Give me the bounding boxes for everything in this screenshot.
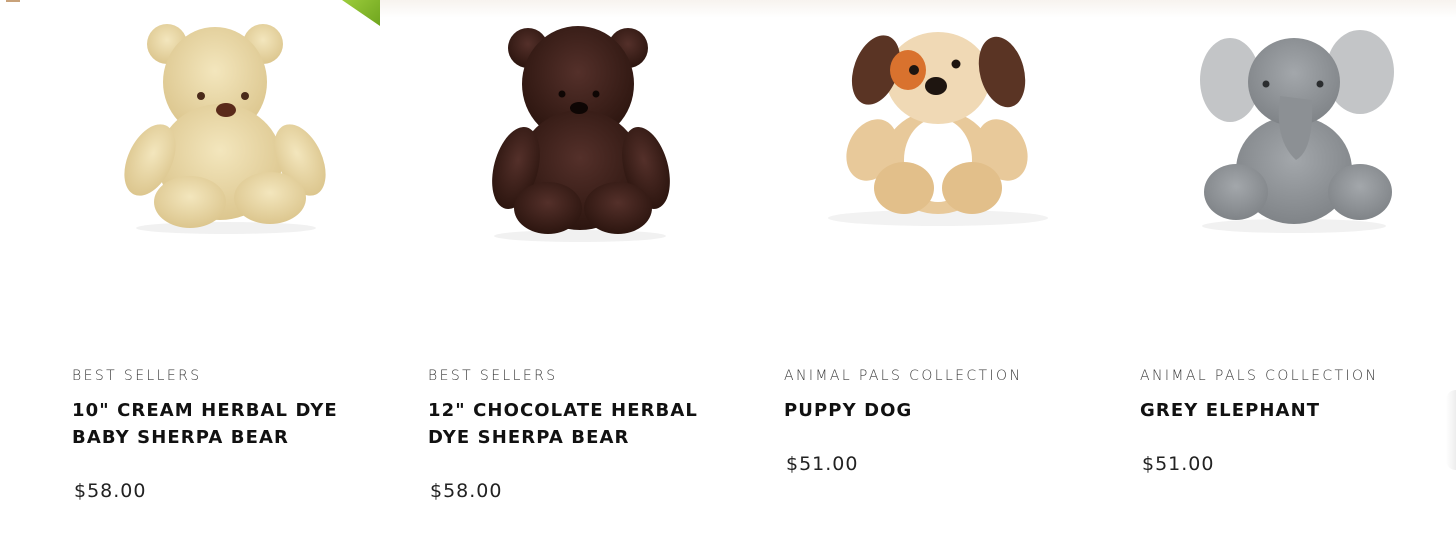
puppy-dog-plush-icon: [828, 32, 1048, 226]
product-category[interactable]: ANIMAL PALS COLLECTION: [1140, 368, 1378, 384]
product-card[interactable]: BEST SELLERS 12" CHOCOLATE HERBAL DYE SH…: [356, 0, 712, 534]
product-category[interactable]: ANIMAL PALS COLLECTION: [784, 368, 1022, 384]
grey-elephant-plush-icon: [1200, 30, 1394, 233]
product-image[interactable]: [0, 0, 356, 340]
cream-teddy-bear-icon: [124, 24, 326, 234]
product-card[interactable]: ANIMAL PALS COLLECTION GREY ELEPHANT $51…: [1068, 0, 1424, 534]
product-title[interactable]: 10" CREAM HERBAL DYE BABY SHERPA BEAR: [72, 397, 342, 451]
product-card[interactable]: ANIMAL PALS COLLECTION PUPPY DOG $51.00: [712, 0, 1068, 534]
product-title[interactable]: 12" CHOCOLATE HERBAL DYE SHERPA BEAR: [428, 397, 698, 451]
chocolate-teddy-bear-icon: [492, 26, 670, 242]
product-title[interactable]: PUPPY DOG: [784, 397, 1054, 424]
product-card[interactable]: BEST SELLERS 10" CREAM HERBAL DYE BABY S…: [0, 0, 356, 534]
product-image[interactable]: [712, 0, 1068, 340]
product-price: $51.00: [1142, 453, 1215, 475]
product-image[interactable]: [356, 0, 712, 340]
product-price: $58.00: [430, 480, 503, 502]
product-image[interactable]: [1068, 0, 1424, 340]
product-category[interactable]: BEST SELLERS: [72, 368, 202, 384]
product-price: $51.00: [786, 453, 859, 475]
product-grid: BEST SELLERS 10" CREAM HERBAL DYE BABY S…: [0, 0, 1456, 534]
product-category[interactable]: BEST SELLERS: [428, 368, 558, 384]
product-price: $58.00: [74, 480, 147, 502]
product-title[interactable]: GREY ELEPHANT: [1140, 397, 1410, 424]
scroll-edge-shadow: [1446, 390, 1456, 470]
